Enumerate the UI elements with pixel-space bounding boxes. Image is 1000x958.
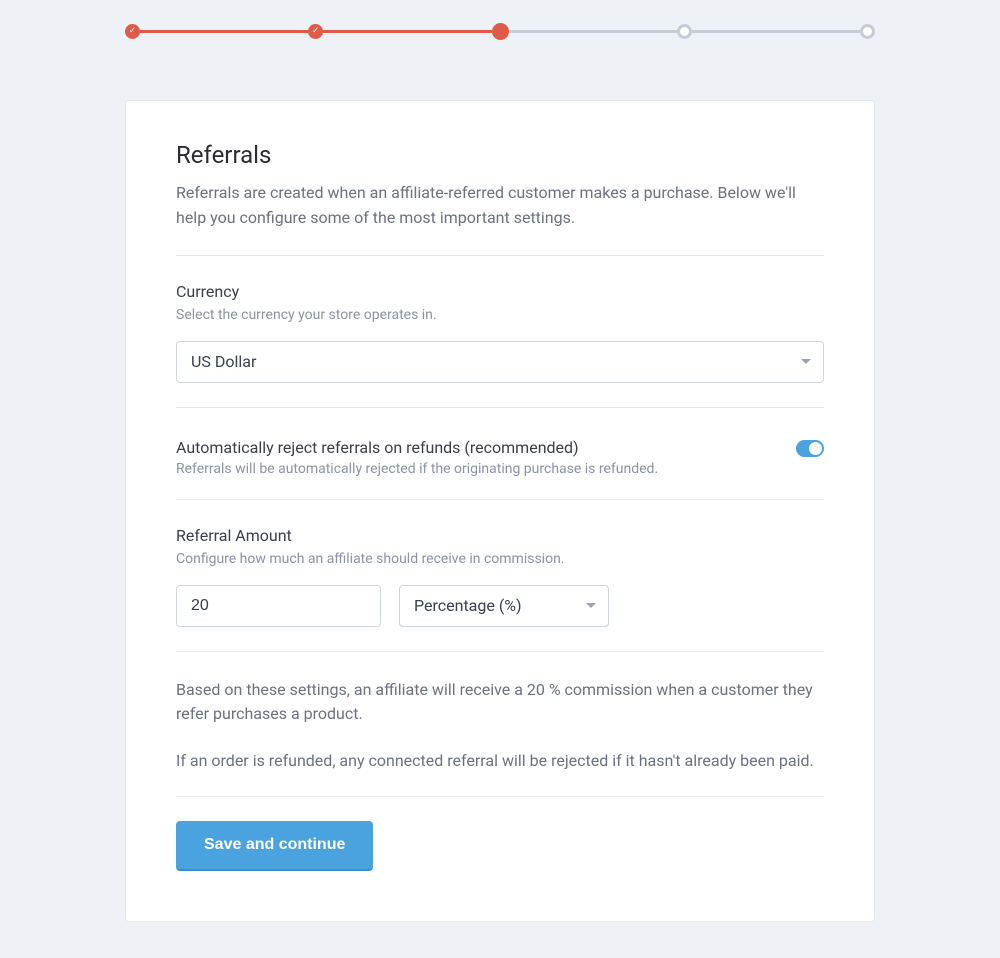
- stepper-connector: [692, 30, 860, 33]
- toggle-knob: [809, 442, 822, 455]
- auto-reject-toggle[interactable]: [796, 440, 824, 457]
- setup-card: Referrals Referrals are created when an …: [125, 100, 875, 922]
- divider: [176, 796, 824, 797]
- referral-type-value: Percentage (%): [414, 596, 522, 615]
- referral-type-select[interactable]: Percentage (%): [399, 585, 609, 627]
- chevron-down-icon: [801, 359, 811, 365]
- stepper-connector: [509, 30, 677, 33]
- auto-reject-section: Automatically reject referrals on refund…: [176, 408, 824, 499]
- step-4-upcoming: [677, 24, 692, 39]
- step-3-current: [492, 23, 509, 40]
- progress-stepper: ✓ ✓: [125, 8, 875, 55]
- summary-line-2: If an order is refunded, any connected r…: [176, 749, 824, 774]
- chevron-down-icon: [586, 603, 596, 609]
- auto-reject-label: Automatically reject referrals on refund…: [176, 438, 658, 457]
- auto-reject-sub: Referrals will be automatically rejected…: [176, 461, 658, 477]
- step-1-complete: ✓: [125, 24, 140, 39]
- stepper-connector: [323, 30, 491, 33]
- step-5-upcoming: [860, 24, 875, 39]
- stepper-connector: [140, 30, 308, 33]
- currency-label: Currency: [176, 282, 824, 301]
- currency-select-value: US Dollar: [191, 352, 256, 371]
- summary-section: Based on these settings, an affiliate wi…: [176, 652, 824, 796]
- check-icon: ✓: [129, 27, 137, 36]
- page-title: Referrals: [176, 141, 824, 169]
- referral-amount-input[interactable]: [176, 585, 381, 627]
- currency-section: Currency Select the currency your store …: [176, 256, 824, 407]
- referral-amount-sub: Configure how much an affiliate should r…: [176, 551, 824, 567]
- currency-sub: Select the currency your store operates …: [176, 307, 824, 323]
- step-2-complete: ✓: [308, 24, 323, 39]
- currency-select[interactable]: US Dollar: [176, 341, 824, 383]
- summary-line-1: Based on these settings, an affiliate wi…: [176, 678, 824, 728]
- save-and-continue-button[interactable]: Save and continue: [176, 821, 373, 871]
- referral-amount-section: Referral Amount Configure how much an af…: [176, 500, 824, 651]
- check-icon: ✓: [312, 27, 320, 36]
- page-description: Referrals are created when an affiliate-…: [176, 181, 824, 231]
- referral-amount-label: Referral Amount: [176, 526, 824, 545]
